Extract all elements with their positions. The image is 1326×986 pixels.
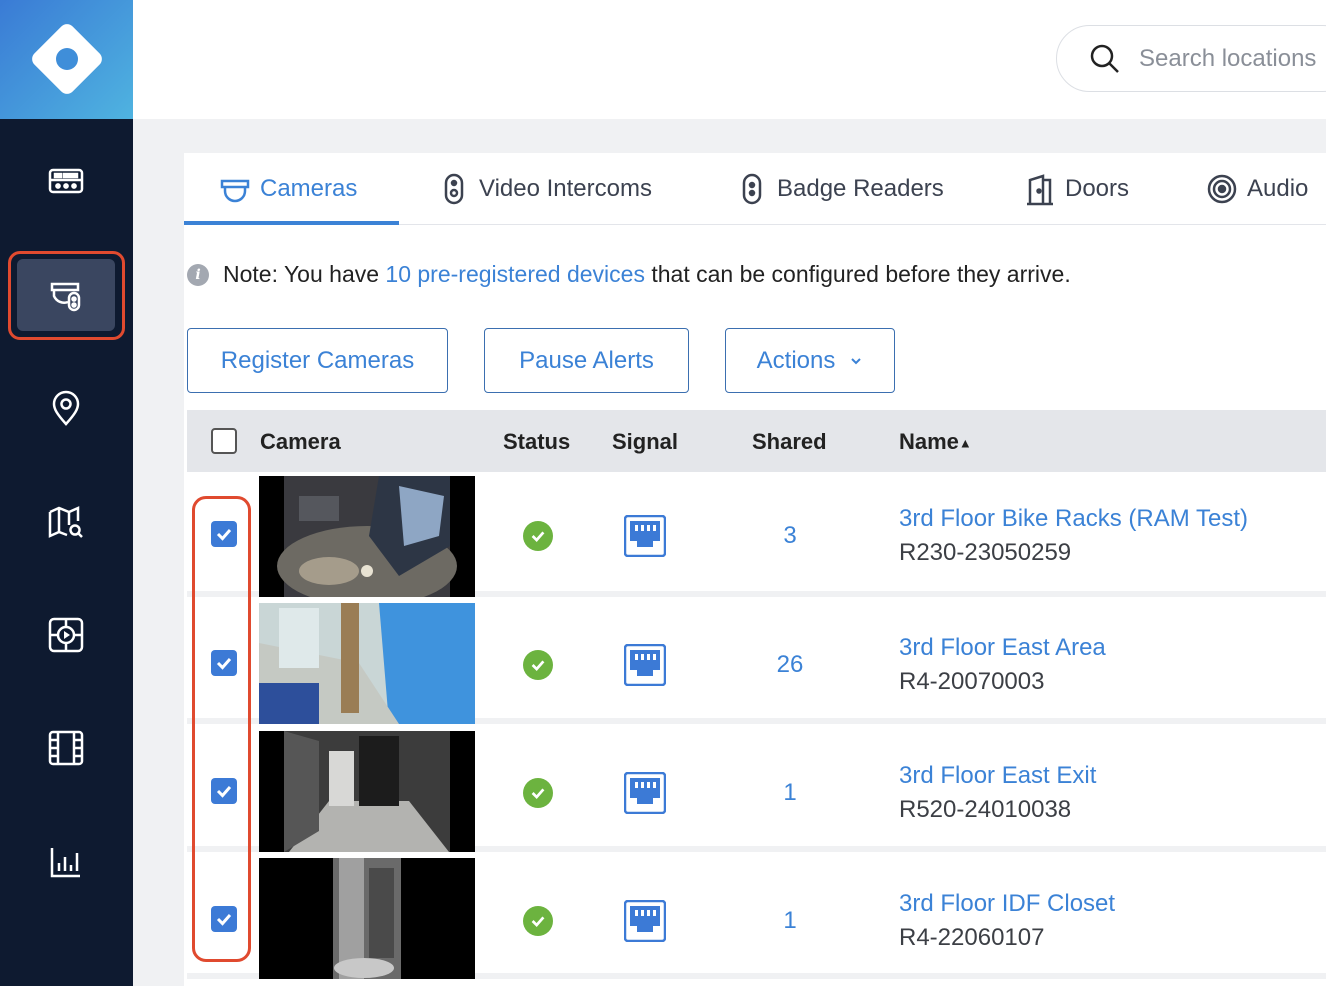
table-row[interactable]: 1 3rd Floor IDF Closet R4-22060107 xyxy=(187,858,1326,979)
ethernet-icon xyxy=(624,515,666,557)
select-all-checkbox[interactable] xyxy=(211,428,237,454)
sidebar-item-maps[interactable] xyxy=(17,486,115,558)
logo-dot xyxy=(56,48,78,70)
sidebar-item-video-wall[interactable] xyxy=(17,599,115,671)
camera-serial: R4-20070003 xyxy=(899,668,1045,695)
search-icon xyxy=(1090,44,1119,73)
header-name[interactable]: Name▲ xyxy=(899,429,972,455)
camera-snapshot xyxy=(259,731,475,852)
camera-serial: R230-23050259 xyxy=(899,539,1072,566)
header-status[interactable]: Status xyxy=(503,429,570,455)
active-tab-underline xyxy=(184,221,399,225)
audio-icon xyxy=(1207,174,1237,204)
tab-label: Doors xyxy=(1065,175,1130,202)
ethernet-icon xyxy=(624,772,666,814)
check-icon xyxy=(531,660,545,672)
camera-thumbnail[interactable] xyxy=(259,603,475,724)
status-online-icon xyxy=(523,521,553,551)
pause-alerts-button[interactable]: Pause Alerts xyxy=(484,328,689,393)
check-icon xyxy=(531,531,545,543)
shared-count[interactable]: 26 xyxy=(750,651,830,679)
camera-serial: R520-24010038 xyxy=(899,796,1072,823)
location-pin-icon xyxy=(52,390,80,426)
door-icon xyxy=(1027,174,1053,206)
preregistered-devices-link[interactable]: 10 pre-registered devices xyxy=(385,261,645,288)
tab-label: Cameras xyxy=(260,175,358,202)
status-online-icon xyxy=(523,906,553,936)
ethernet-icon xyxy=(624,900,666,942)
camera-name-link[interactable]: 3rd Floor East Area xyxy=(899,634,1106,662)
tab-badge-readers[interactable]: Badge Readers xyxy=(737,153,944,225)
search-box[interactable] xyxy=(1056,25,1326,92)
actions-label: Actions xyxy=(756,346,836,374)
status-online-icon xyxy=(523,778,553,808)
camera-snapshot xyxy=(259,476,475,597)
check-icon xyxy=(531,916,545,928)
check-icon xyxy=(531,788,545,800)
camera-snapshot xyxy=(259,603,475,724)
preregistered-note: i Note: You have 10 pre-registered devic… xyxy=(187,261,1071,288)
header-signal[interactable]: Signal xyxy=(612,429,678,455)
intercom-icon xyxy=(444,173,464,205)
shared-count[interactable]: 3 xyxy=(750,522,830,550)
tab-label: Audio xyxy=(1247,175,1309,202)
main-panel: Cameras Video Intercoms Badge Readers Do… xyxy=(184,153,1326,986)
header-camera: Camera xyxy=(260,429,341,454)
logo[interactable] xyxy=(0,0,133,119)
sidebar xyxy=(0,0,133,986)
dashboard-icon xyxy=(48,168,84,194)
badge-reader-icon xyxy=(742,173,762,205)
film-icon xyxy=(48,730,84,766)
camera-thumbnail[interactable] xyxy=(259,731,475,852)
selected-rows-highlight-ring xyxy=(192,496,251,962)
tab-video-intercoms[interactable]: Video Intercoms xyxy=(439,153,652,225)
tab-doors[interactable]: Doors xyxy=(1025,153,1129,225)
sidebar-item-dashboard[interactable] xyxy=(17,145,115,217)
note-prefix: Note: You have xyxy=(223,261,386,287)
search-input[interactable] xyxy=(1139,44,1326,73)
camera-thumbnail[interactable] xyxy=(259,476,475,597)
register-cameras-button[interactable]: Register Cameras xyxy=(187,328,448,393)
ethernet-icon xyxy=(624,644,666,686)
top-bar xyxy=(133,0,1326,119)
bar-chart-icon xyxy=(50,848,80,878)
header-shared[interactable]: Shared xyxy=(752,429,827,455)
camera-snapshot xyxy=(259,858,475,979)
sort-ascending-icon: ▲ xyxy=(958,435,972,451)
status-online-icon xyxy=(523,650,553,680)
video-player-icon xyxy=(48,617,84,653)
camera-name-link[interactable]: 3rd Floor Bike Racks (RAM Test) xyxy=(899,505,1248,533)
tab-audio[interactable]: Audio xyxy=(1207,153,1308,225)
table-row[interactable]: 1 3rd Floor East Exit R520-24010038 xyxy=(187,731,1326,852)
sidebar-item-analytics[interactable] xyxy=(17,826,115,898)
tab-label: Badge Readers xyxy=(777,175,944,202)
camera-name-link[interactable]: 3rd Floor East Exit xyxy=(899,762,1096,790)
camera-name-link[interactable]: 3rd Floor IDF Closet xyxy=(899,890,1115,918)
shared-count[interactable]: 1 xyxy=(750,779,830,807)
info-icon: i xyxy=(187,263,209,286)
tab-cameras[interactable]: Cameras xyxy=(220,153,357,225)
camera-icon xyxy=(220,179,250,203)
camera-serial: R4-22060107 xyxy=(899,924,1045,951)
sidebar-item-clips[interactable] xyxy=(17,712,115,784)
tab-label: Video Intercoms xyxy=(479,175,652,202)
table-row[interactable]: 26 3rd Floor East Area R4-20070003 xyxy=(187,603,1326,724)
shared-count[interactable]: 1 xyxy=(750,907,830,935)
devices-highlight-ring xyxy=(8,251,125,340)
table-row[interactable]: 3 3rd Floor Bike Racks (RAM Test) R230-2… xyxy=(187,476,1326,597)
device-tabs: Cameras Video Intercoms Badge Readers Do… xyxy=(184,153,1326,225)
actions-button[interactable]: Actions xyxy=(725,328,895,393)
table-header: Camera Status Signal Shared Name▲ xyxy=(187,410,1326,472)
sidebar-item-locations[interactable] xyxy=(17,372,115,444)
camera-thumbnail[interactable] xyxy=(259,858,475,979)
header-name-label: Name xyxy=(899,429,959,454)
map-search-icon xyxy=(48,506,83,538)
chevron-down-icon xyxy=(851,357,862,364)
note-suffix: that can be configured before they arriv… xyxy=(644,261,1071,287)
